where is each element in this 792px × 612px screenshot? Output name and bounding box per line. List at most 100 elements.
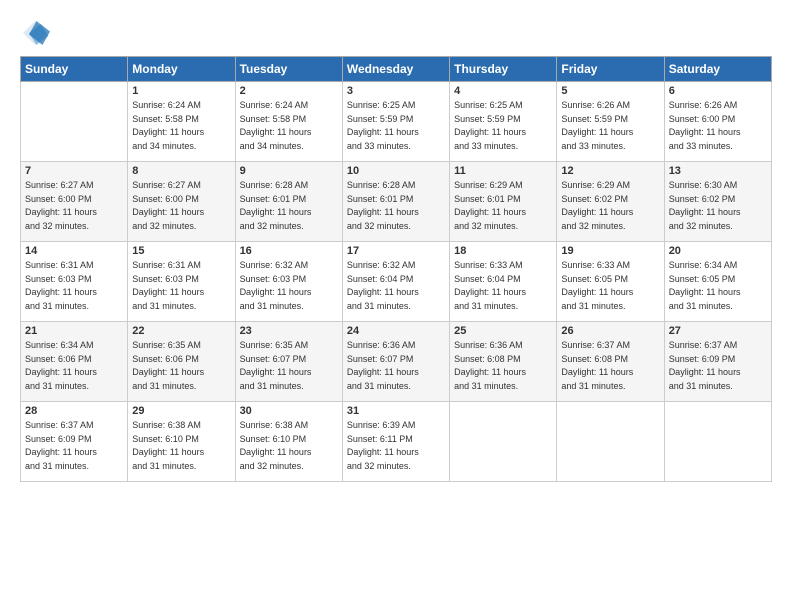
day-number: 25: [454, 325, 552, 337]
day-number: 29: [132, 405, 230, 417]
day-cell: [450, 402, 557, 482]
day-cell: 6 Sunrise: 6:26 AMSunset: 6:00 PMDaylight…: [664, 82, 771, 162]
header-cell-monday: Monday: [128, 57, 235, 82]
day-number: 8: [132, 165, 230, 177]
day-info: Sunrise: 6:26 AMSunset: 6:00 PMDaylight:…: [669, 99, 767, 153]
day-info: Sunrise: 6:37 AMSunset: 6:08 PMDaylight:…: [561, 339, 659, 393]
header-cell-thursday: Thursday: [450, 57, 557, 82]
day-cell: 29 Sunrise: 6:38 AMSunset: 6:10 PMDayligh…: [128, 402, 235, 482]
day-number: 27: [669, 325, 767, 337]
day-info: Sunrise: 6:33 AMSunset: 6:04 PMDaylight:…: [454, 259, 552, 313]
day-info: Sunrise: 6:25 AMSunset: 5:59 PMDaylight:…: [454, 99, 552, 153]
header-cell-sunday: Sunday: [21, 57, 128, 82]
day-number: 3: [347, 85, 445, 97]
header-cell-wednesday: Wednesday: [342, 57, 449, 82]
day-cell: 12Sunrise: 6:29 AMSunset: 6:02 PMDayligh…: [557, 162, 664, 242]
day-cell: 18 Sunrise: 6:33 AMSunset: 6:04 PMDayligh…: [450, 242, 557, 322]
day-number: 14: [25, 245, 123, 257]
day-info: Sunrise: 6:38 AMSunset: 6:10 PMDaylight:…: [132, 419, 230, 473]
day-cell: 13Sunrise: 6:30 AMSunset: 6:02 PMDayligh…: [664, 162, 771, 242]
day-number: 21: [25, 325, 123, 337]
day-number: 16: [240, 245, 338, 257]
week-row-1: 7 Sunrise: 6:27 AMSunset: 6:00 PMDaylight…: [21, 162, 772, 242]
day-cell: 8 Sunrise: 6:27 AMSunset: 6:00 PMDaylight…: [128, 162, 235, 242]
day-info: Sunrise: 6:27 AMSunset: 6:00 PMDaylight:…: [132, 179, 230, 233]
day-number: 24: [347, 325, 445, 337]
week-row-3: 21 Sunrise: 6:34 AMSunset: 6:06 PMDayligh…: [21, 322, 772, 402]
day-number: 31: [347, 405, 445, 417]
day-info: Sunrise: 6:38 AMSunset: 6:10 PMDaylight:…: [240, 419, 338, 473]
header-row: SundayMondayTuesdayWednesdayThursdayFrid…: [21, 57, 772, 82]
calendar-header: SundayMondayTuesdayWednesdayThursdayFrid…: [21, 57, 772, 82]
day-info: Sunrise: 6:37 AMSunset: 6:09 PMDaylight:…: [669, 339, 767, 393]
day-number: 13: [669, 165, 767, 177]
logo-icon: [20, 18, 50, 48]
day-info: Sunrise: 6:32 AMSunset: 6:03 PMDaylight:…: [240, 259, 338, 313]
day-number: 5: [561, 85, 659, 97]
day-number: 7: [25, 165, 123, 177]
day-cell: 16 Sunrise: 6:32 AMSunset: 6:03 PMDayligh…: [235, 242, 342, 322]
day-info: Sunrise: 6:34 AMSunset: 6:05 PMDaylight:…: [669, 259, 767, 313]
day-cell: 22 Sunrise: 6:35 AMSunset: 6:06 PMDayligh…: [128, 322, 235, 402]
calendar-body: 1 Sunrise: 6:24 AMSunset: 5:58 PMDaylight…: [21, 82, 772, 482]
day-number: 6: [669, 85, 767, 97]
day-cell: 26 Sunrise: 6:37 AMSunset: 6:08 PMDayligh…: [557, 322, 664, 402]
day-cell: [21, 82, 128, 162]
day-cell: 28Sunrise: 6:37 AMSunset: 6:09 PMDayligh…: [21, 402, 128, 482]
day-cell: [664, 402, 771, 482]
day-number: 30: [240, 405, 338, 417]
day-cell: 7Sunrise: 6:27 AMSunset: 6:00 PMDaylight…: [21, 162, 128, 242]
day-info: Sunrise: 6:31 AMSunset: 6:03 PMDaylight:…: [132, 259, 230, 313]
day-info: Sunrise: 6:29 AMSunset: 6:02 PMDaylight:…: [561, 179, 659, 233]
day-cell: 27 Sunrise: 6:37 AMSunset: 6:09 PMDayligh…: [664, 322, 771, 402]
day-cell: 25Sunrise: 6:36 AMSunset: 6:08 PMDayligh…: [450, 322, 557, 402]
day-number: 18: [454, 245, 552, 257]
day-info: Sunrise: 6:25 AMSunset: 5:59 PMDaylight:…: [347, 99, 445, 153]
day-info: Sunrise: 6:26 AMSunset: 5:59 PMDaylight:…: [561, 99, 659, 153]
day-cell: 30 Sunrise: 6:38 AMSunset: 6:10 PMDayligh…: [235, 402, 342, 482]
day-number: 22: [132, 325, 230, 337]
day-cell: 2Sunrise: 6:24 AMSunset: 5:58 PMDaylight…: [235, 82, 342, 162]
day-cell: 23 Sunrise: 6:35 AMSunset: 6:07 PMDayligh…: [235, 322, 342, 402]
day-info: Sunrise: 6:35 AMSunset: 6:06 PMDaylight:…: [132, 339, 230, 393]
day-cell: 24 Sunrise: 6:36 AMSunset: 6:07 PMDayligh…: [342, 322, 449, 402]
day-info: Sunrise: 6:39 AMSunset: 6:11 PMDaylight:…: [347, 419, 445, 473]
day-info: Sunrise: 6:24 AMSunset: 5:58 PMDaylight:…: [132, 99, 230, 153]
day-info: Sunrise: 6:37 AMSunset: 6:09 PMDaylight:…: [25, 419, 123, 473]
day-cell: 19Sunrise: 6:33 AMSunset: 6:05 PMDayligh…: [557, 242, 664, 322]
day-cell: 4 Sunrise: 6:25 AMSunset: 5:59 PMDaylight…: [450, 82, 557, 162]
week-row-4: 28Sunrise: 6:37 AMSunset: 6:09 PMDayligh…: [21, 402, 772, 482]
day-cell: 14Sunrise: 6:31 AMSunset: 6:03 PMDayligh…: [21, 242, 128, 322]
day-number: 1: [132, 85, 230, 97]
header: [20, 18, 772, 48]
day-info: Sunrise: 6:28 AMSunset: 6:01 PMDaylight:…: [240, 179, 338, 233]
calendar-table: SundayMondayTuesdayWednesdayThursdayFrid…: [20, 56, 772, 482]
day-cell: 1 Sunrise: 6:24 AMSunset: 5:58 PMDaylight…: [128, 82, 235, 162]
day-cell: 31 Sunrise: 6:39 AMSunset: 6:11 PMDayligh…: [342, 402, 449, 482]
day-info: Sunrise: 6:36 AMSunset: 6:07 PMDaylight:…: [347, 339, 445, 393]
page: SundayMondayTuesdayWednesdayThursdayFrid…: [0, 0, 792, 612]
day-cell: 15 Sunrise: 6:31 AMSunset: 6:03 PMDayligh…: [128, 242, 235, 322]
day-number: 15: [132, 245, 230, 257]
day-number: 11: [454, 165, 552, 177]
day-info: Sunrise: 6:29 AMSunset: 6:01 PMDaylight:…: [454, 179, 552, 233]
header-cell-friday: Friday: [557, 57, 664, 82]
day-cell: 3 Sunrise: 6:25 AMSunset: 5:59 PMDaylight…: [342, 82, 449, 162]
day-number: 4: [454, 85, 552, 97]
day-cell: 11 Sunrise: 6:29 AMSunset: 6:01 PMDayligh…: [450, 162, 557, 242]
day-info: Sunrise: 6:32 AMSunset: 6:04 PMDaylight:…: [347, 259, 445, 313]
header-cell-saturday: Saturday: [664, 57, 771, 82]
day-number: 23: [240, 325, 338, 337]
day-info: Sunrise: 6:34 AMSunset: 6:06 PMDaylight:…: [25, 339, 123, 393]
day-info: Sunrise: 6:35 AMSunset: 6:07 PMDaylight:…: [240, 339, 338, 393]
day-number: 17: [347, 245, 445, 257]
day-number: 19: [561, 245, 659, 257]
day-info: Sunrise: 6:24 AMSunset: 5:58 PMDaylight:…: [240, 99, 338, 153]
day-cell: 9Sunrise: 6:28 AMSunset: 6:01 PMDaylight…: [235, 162, 342, 242]
day-cell: 21 Sunrise: 6:34 AMSunset: 6:06 PMDayligh…: [21, 322, 128, 402]
day-cell: 10Sunrise: 6:28 AMSunset: 6:01 PMDayligh…: [342, 162, 449, 242]
week-row-0: 1 Sunrise: 6:24 AMSunset: 5:58 PMDaylight…: [21, 82, 772, 162]
day-number: 10: [347, 165, 445, 177]
day-number: 26: [561, 325, 659, 337]
day-cell: 17 Sunrise: 6:32 AMSunset: 6:04 PMDayligh…: [342, 242, 449, 322]
